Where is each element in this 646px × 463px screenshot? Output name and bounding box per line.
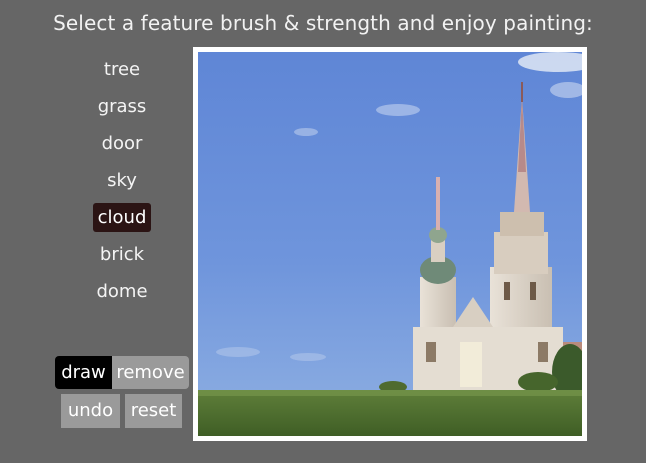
brush-tree[interactable]: tree [99, 55, 145, 84]
brush-door[interactable]: door [97, 129, 148, 158]
remove-button[interactable]: remove [112, 356, 189, 389]
painting-canvas[interactable] [198, 52, 582, 436]
grass-region [198, 390, 582, 436]
painting-canvas-frame [193, 47, 587, 441]
brush-dome[interactable]: dome [91, 277, 152, 306]
brush-cloud[interactable]: cloud [92, 203, 152, 232]
undo-button[interactable]: undo [61, 394, 120, 428]
page-title: Select a feature brush & strength and en… [53, 11, 593, 35]
brush-brick[interactable]: brick [95, 240, 149, 269]
draw-button[interactable]: draw [55, 356, 112, 389]
reset-button[interactable]: reset [125, 394, 182, 428]
brush-list: tree grass door sky cloud brick dome [84, 55, 160, 314]
brush-grass[interactable]: grass [93, 92, 152, 121]
brush-sky[interactable]: sky [102, 166, 142, 195]
